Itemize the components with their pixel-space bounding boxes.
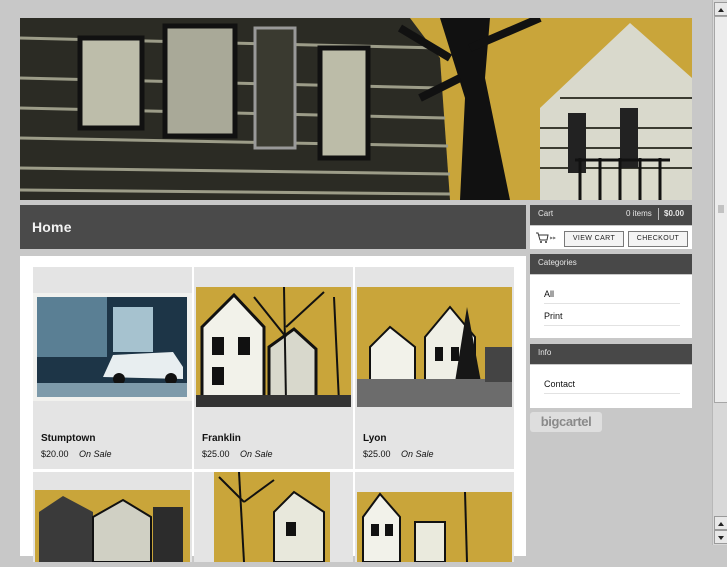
cart-total: $0.00 (664, 209, 685, 218)
product-image[interactable] (33, 472, 192, 563)
bigcartel-badge[interactable]: bigcartel (530, 412, 602, 432)
product-price: $25.00 (363, 449, 391, 459)
products-grid: Stumptown $20.00 On Sale Franklin $25.00… (20, 256, 526, 563)
cart-divider (658, 208, 659, 220)
arrow-up-icon (718, 522, 724, 526)
header-banner (20, 18, 692, 200)
scroll-down-button-upper[interactable] (714, 516, 727, 530)
scroll-thumb[interactable] (714, 16, 727, 403)
product-price: $25.00 (202, 449, 230, 459)
product-image[interactable] (355, 472, 514, 563)
grip-icon (718, 205, 724, 213)
sale-badge: On Sale (240, 449, 273, 459)
product-name[interactable]: Stumptown (41, 433, 95, 444)
product-card-row2-3[interactable] (355, 472, 514, 563)
product-card-row2-1[interactable] (33, 472, 192, 563)
category-link-print[interactable]: Print (544, 311, 563, 321)
cart-box: VIEW CART CHECKOUT (530, 226, 692, 249)
sale-badge: On Sale (79, 449, 112, 459)
arrow-down-icon (718, 536, 724, 540)
checkout-button[interactable]: CHECKOUT (628, 231, 688, 247)
info-box: Contact (530, 365, 692, 408)
info-header: Info (530, 344, 692, 364)
divider (544, 325, 680, 326)
page-title-bar: Home (20, 205, 526, 249)
product-card-lyon[interactable]: Lyon $25.00 On Sale (355, 267, 514, 469)
cart-icon[interactable] (535, 231, 557, 243)
divider (544, 303, 680, 304)
categories-header: Categories (530, 254, 692, 274)
categories-heading: Categories (538, 258, 577, 267)
product-info: Franklin $25.00 On Sale (194, 429, 353, 469)
view-cart-button[interactable]: VIEW CART (564, 231, 624, 247)
info-link-contact[interactable]: Contact (544, 379, 575, 389)
product-image-franklin[interactable] (194, 267, 353, 425)
product-image-stumptown[interactable] (33, 267, 192, 425)
product-name[interactable]: Lyon (363, 433, 387, 444)
product-card-franklin[interactable]: Franklin $25.00 On Sale (194, 267, 353, 469)
divider (544, 393, 680, 394)
category-link-all[interactable]: All (544, 289, 554, 299)
product-card-row2-2[interactable] (194, 471, 353, 563)
cart-header: Cart 0 items $0.00 (530, 205, 692, 225)
product-info: Stumptown $20.00 On Sale (33, 429, 192, 469)
vertical-scrollbar[interactable] (712, 0, 727, 545)
product-info: Lyon $25.00 On Sale (355, 429, 514, 469)
arrow-up-icon (718, 8, 724, 12)
sale-badge: On Sale (401, 449, 434, 459)
categories-box: All Print (530, 275, 692, 338)
product-price: $20.00 (41, 449, 69, 459)
scroll-up-button[interactable] (714, 2, 727, 16)
cart-count: 0 items (626, 209, 652, 218)
page-title: Home (32, 219, 72, 235)
cart-heading: Cart (538, 209, 554, 218)
product-card-stumptown[interactable]: Stumptown $20.00 On Sale (33, 267, 192, 469)
scroll-down-button[interactable] (714, 530, 727, 544)
product-name[interactable]: Franklin (202, 433, 241, 444)
product-image[interactable] (194, 471, 353, 563)
product-image-lyon[interactable] (355, 267, 514, 425)
info-heading: Info (538, 348, 552, 357)
